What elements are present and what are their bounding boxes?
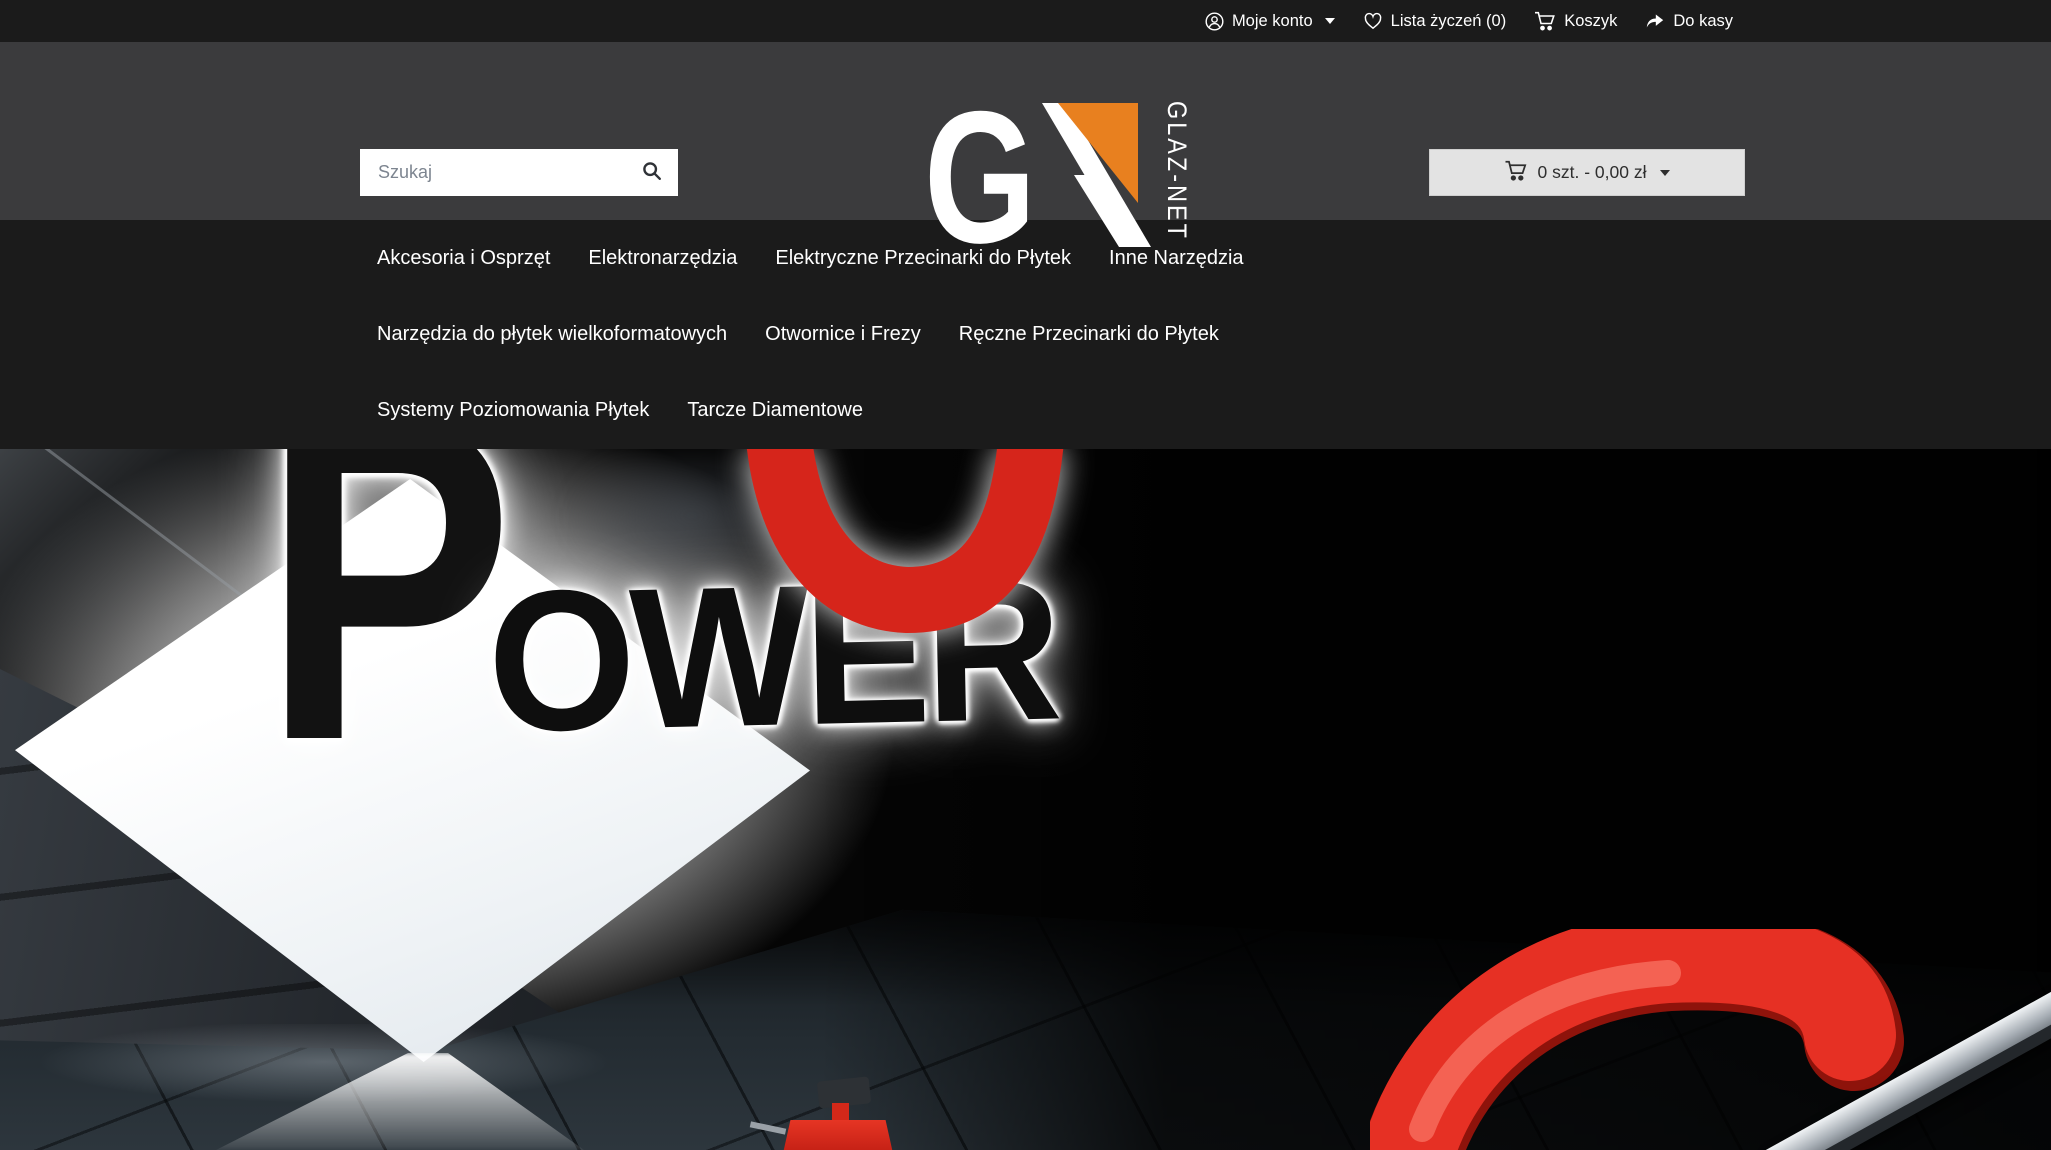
search-box <box>360 149 678 196</box>
chevron-down-icon <box>1660 170 1670 176</box>
logo-g-letter: G <box>924 95 1036 247</box>
heart-icon <box>1363 12 1383 31</box>
checkout-label: Do kasy <box>1673 12 1733 31</box>
cutter-body <box>780 1120 896 1150</box>
user-icon <box>1205 12 1224 31</box>
cart-label: Koszyk <box>1564 12 1617 31</box>
cart-summary-button[interactable]: 0 szt. - 0,00 zł <box>1429 149 1745 196</box>
nav-row-1: Akcesoria i Osprzęt Elektronarzędzia Ele… <box>377 220 2051 296</box>
checkout-arrow-icon <box>1645 12 1665 30</box>
search-icon <box>641 160 663 185</box>
cart-summary-text: 0 szt. - 0,00 zł <box>1538 162 1647 183</box>
cart-link[interactable]: Koszyk <box>1534 11 1617 31</box>
nav-row-2: Narzędzia do płytek wielkoformatowych Ot… <box>377 296 2051 372</box>
account-label: Moje konto <box>1232 12 1313 31</box>
nav-item-inne-narzedzia[interactable]: Inne Narzędzia <box>1109 247 1244 270</box>
cart-icon <box>1534 11 1556 31</box>
hero-banner: P OWER <box>0 449 2051 1150</box>
hero-headline-p: P <box>262 449 514 810</box>
search-button[interactable] <box>626 149 678 196</box>
chevron-down-icon <box>1325 18 1335 24</box>
wishlist-link[interactable]: Lista życzeń (0) <box>1363 12 1507 31</box>
checkout-link[interactable]: Do kasy <box>1645 12 1733 31</box>
header: G GLAZ-NET 0 szt. - 0,00 zł <box>0 42 2051 220</box>
nav-item-otwornice[interactable]: Otwornice i Frezy <box>765 323 921 346</box>
cutter-neck <box>832 1103 849 1122</box>
nav-item-reczne-przecinarki[interactable]: Ręczne Przecinarki do Płytek <box>959 323 1219 346</box>
small-tile-cutter <box>780 1077 910 1150</box>
cart-icon <box>1504 160 1528 186</box>
wishlist-label: Lista życzeń (0) <box>1391 12 1507 31</box>
store-logo[interactable]: G GLAZ-NET <box>924 95 1196 247</box>
red-letter-fragment <box>745 449 1065 659</box>
category-nav: Akcesoria i Osprzęt Elektronarzędzia Ele… <box>0 220 2051 449</box>
nav-item-systemy-poziomowania[interactable]: Systemy Poziomowania Płytek <box>377 399 649 422</box>
nav-item-elektryczne-przecinarki[interactable]: Elektryczne Przecinarki do Płytek <box>775 247 1071 270</box>
logo-brand-text: GLAZ-NET <box>1162 101 1192 241</box>
nav-item-wielkoformatowe[interactable]: Narzędzia do płytek wielkoformatowych <box>377 323 727 346</box>
nav-item-elektronarzedzia[interactable]: Elektronarzędzia <box>588 247 737 270</box>
account-menu[interactable]: Moje konto <box>1205 12 1335 31</box>
search-input[interactable] <box>360 149 626 196</box>
nav-item-akcesoria[interactable]: Akcesoria i Osprzęt <box>377 247 550 270</box>
topbar: Moje konto Lista życzeń (0) Koszyk Do ka… <box>0 0 2051 42</box>
nav-item-tarcze-diamentowe[interactable]: Tarcze Diamentowe <box>687 399 863 422</box>
nav-row-3: Systemy Poziomowania Płytek Tarcze Diame… <box>377 372 2051 448</box>
